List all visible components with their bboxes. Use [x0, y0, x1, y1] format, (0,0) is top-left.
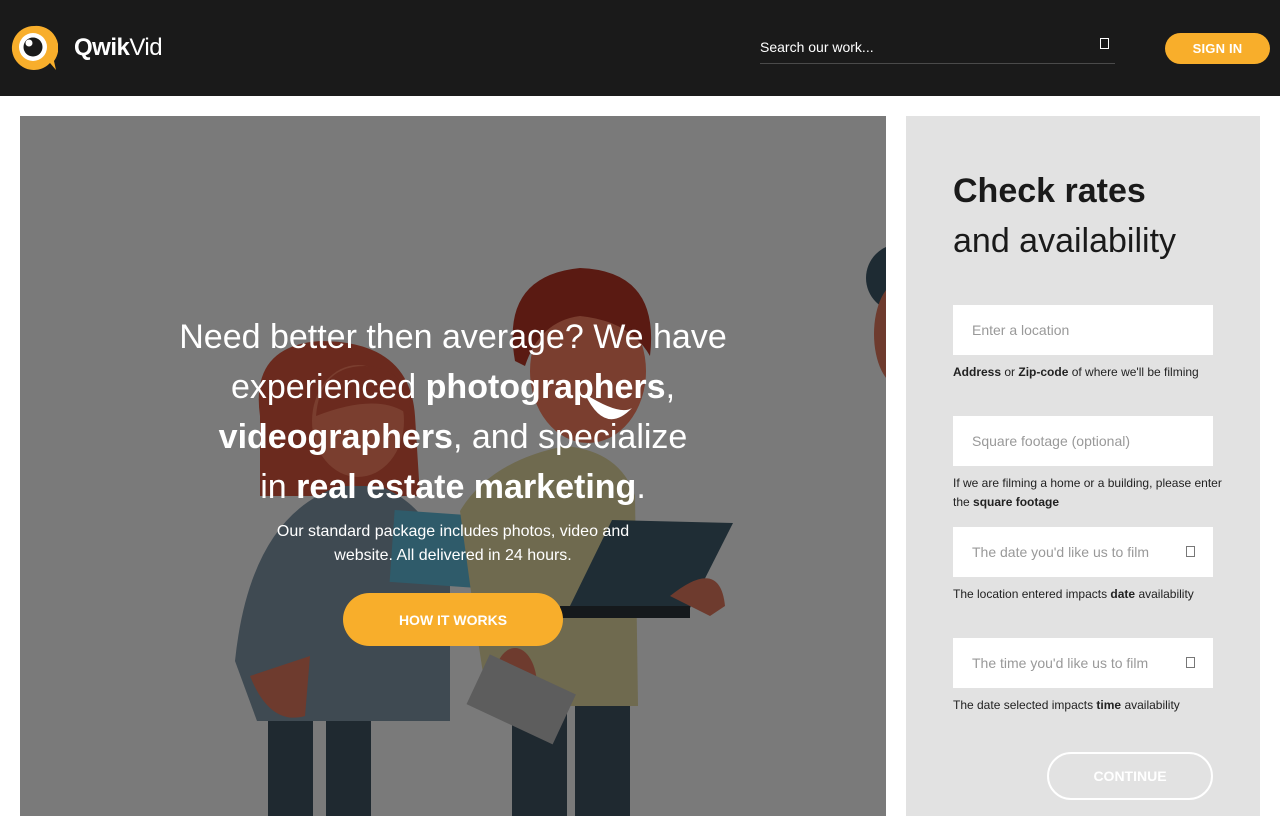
search-icon[interactable] [1100, 38, 1109, 49]
sqft-hint: If we are filming a home or a building, … [953, 476, 1222, 509]
logo-wordmark: QwikVid [74, 34, 163, 61]
hero-section: Need better then average? We have experi… [20, 116, 886, 816]
square-footage-input[interactable] [953, 416, 1213, 466]
hero-headline: Need better then average? We have experi… [179, 318, 727, 506]
clock-icon[interactable] [1186, 657, 1195, 668]
search-input[interactable] [760, 36, 1080, 58]
date-field-wrapper [953, 527, 1213, 577]
sign-in-button[interactable]: SIGN IN [1165, 33, 1270, 64]
date-hint: The location entered impacts date availa… [953, 587, 1194, 601]
location-field-wrapper [953, 305, 1213, 355]
calendar-icon[interactable] [1186, 546, 1195, 557]
hero-subtitle: Our standard package includes photos, vi… [276, 523, 630, 564]
date-input[interactable] [953, 527, 1213, 577]
time-hint: The date selected impacts time availabil… [953, 698, 1180, 712]
location-input[interactable] [953, 305, 1213, 355]
continue-button[interactable]: CONTINUE [1047, 752, 1213, 800]
time-field-wrapper [953, 638, 1213, 688]
location-hint: Address or Zip-code of where we'll be fi… [953, 365, 1199, 379]
sqft-field-wrapper [953, 416, 1213, 466]
logo-eye-icon [11, 25, 58, 70]
qwikvid-logo[interactable]: QwikVid [10, 23, 180, 73]
top-nav-bar: QwikVid SIGN IN [0, 0, 1280, 96]
search-bar [760, 32, 1115, 64]
rates-form-panel: Check rates and availability Address or … [906, 116, 1260, 816]
time-input[interactable] [953, 638, 1213, 688]
form-subheading: and availability [953, 222, 1177, 260]
form-heading: Check rates [953, 172, 1146, 210]
how-it-works-button[interactable]: HOW IT WORKS [343, 593, 563, 646]
